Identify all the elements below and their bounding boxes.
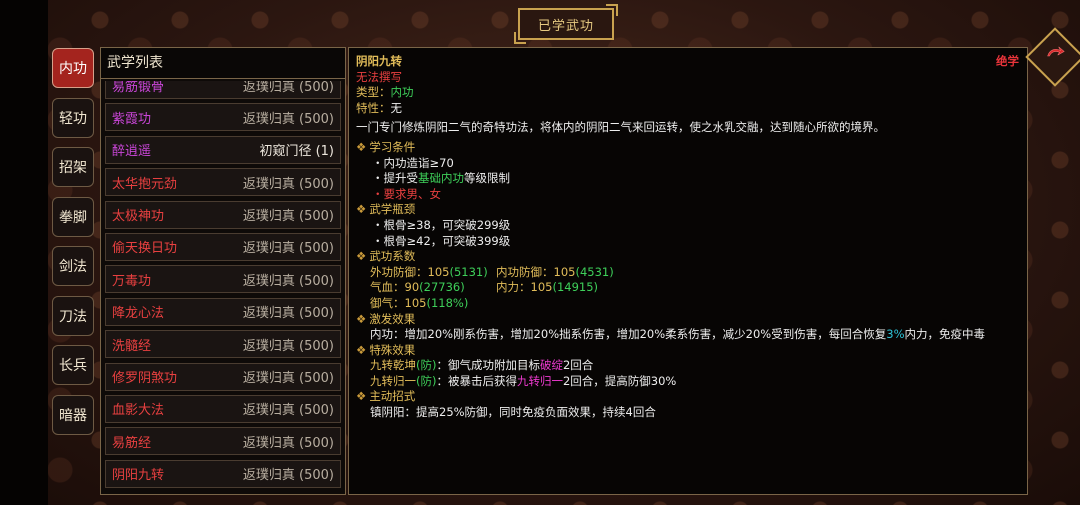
skill-list-item[interactable]: 太极神功 返璞归真 (500): [105, 200, 341, 229]
skill-level: 返璞归真 (500): [242, 403, 334, 419]
tab-quanjiao[interactable]: 拳脚: [52, 196, 94, 237]
learn-req-1: ・内功造诣≥70: [372, 155, 454, 170]
skill-name: 紫霞功: [112, 111, 152, 127]
section-learn: ❖ 学习条件: [356, 139, 416, 154]
skill-level: 返璞归真 (500): [242, 468, 334, 484]
tab-qinggong[interactable]: 轻功: [52, 97, 94, 138]
tab-daofa[interactable]: 刀法: [52, 295, 94, 336]
section-effect: ❖ 激发效果: [356, 311, 416, 326]
skill-name: 醉逍遥: [112, 144, 152, 160]
skill-list-item[interactable]: 洗髓经 返璞归真 (500): [105, 330, 341, 359]
skill-list-item[interactable]: 醉逍遥 初窥门径 (1): [105, 135, 341, 164]
skill-level: 返璞归真 (500): [242, 273, 334, 289]
skill-name: 太华抱元劲: [112, 176, 178, 192]
skill-list-item[interactable]: 阴阳九转 返璞归真 (500): [105, 459, 341, 488]
skill-level: 返璞归真 (500): [242, 209, 334, 225]
page-title: 已学武功: [514, 4, 618, 44]
bottleneck-1: ・根骨≥38，可突破299级: [372, 217, 511, 232]
skill-list-item[interactable]: 修罗阴煞功 返璞归真 (500): [105, 362, 341, 391]
skill-detail-panel: 阴阳九转 绝学 无法撰写 类型：内功 特性：无 一门专门修炼阴阳二气的奇特功法，…: [348, 47, 1028, 495]
skill-name: 修罗阴煞功: [112, 371, 178, 387]
tab-neigong[interactable]: 内功: [52, 48, 94, 88]
skill-list[interactable]: 易筋锻骨 返璞归真 (500) 紫霞功 返璞归真 (500) 醉逍遥 初窥门径 (1) 太华…: [105, 81, 341, 490]
active-1: 镇阴阳：提高25%防御，同时免疫负面效果，持续4回合: [370, 405, 656, 420]
skill-list-item[interactable]: 易筋锻骨 返璞归真 (500): [105, 81, 341, 99]
category-tabs: 内功 轻功 招架 拳脚 剑法 刀法 长兵 暗器: [52, 48, 96, 444]
skill-name: 偷天换日功: [112, 241, 178, 257]
section-stats: ❖ 武功系数: [356, 249, 416, 264]
section-special: ❖ 特殊效果: [356, 342, 416, 357]
skill-level: 初窥门径 (1): [259, 144, 334, 160]
skill-list-item[interactable]: 太华抱元劲 返璞归真 (500): [105, 168, 341, 197]
skill-name: 洗髓经: [112, 338, 152, 354]
special-2: 九转归一(防)：被暴击后获得九转归一2回合，提高防御30%: [370, 373, 677, 388]
skill-title: 阴阳九转: [356, 54, 402, 68]
skill-level: 返璞归真 (500): [242, 306, 334, 322]
bottleneck-2: ・根骨≥42，可突破399级: [372, 233, 511, 248]
skill-name: 阴阳九转: [112, 468, 165, 484]
skill-name: 血影大法: [112, 403, 165, 419]
diamond-icon: ❖: [356, 202, 367, 217]
skill-description: 一门专门修炼阴阳二气的奇特功法，将体内的阴阳二气来回运转，使之水乳交融，达到随心…: [356, 120, 885, 135]
skill-name: 太极神功: [112, 209, 165, 225]
skill-level: 返璞归真 (500): [242, 81, 334, 95]
skill-level: 返璞归真 (500): [242, 176, 334, 192]
skill-list-item[interactable]: 万毒功 返璞归真 (500): [105, 265, 341, 294]
skill-level: 返璞归真 (500): [242, 338, 334, 354]
tab-jianfa[interactable]: 剑法: [52, 246, 94, 286]
left-edge: [0, 0, 48, 505]
section-active: ❖ 主动招式: [356, 389, 416, 404]
stats-row-2: 气血：90(27736) 内力：105(14915): [370, 280, 599, 295]
skill-list-panel: 武学列表 易筋锻骨 返璞归真 (500) 紫霞功 返璞归真 (500) 醉逍遥 初窥门径 …: [100, 47, 346, 495]
tab-anqi[interactable]: 暗器: [52, 394, 94, 435]
stats-row-3: 御气：105(118%): [370, 295, 469, 310]
diamond-icon: ❖: [356, 342, 367, 357]
tab-changbing[interactable]: 长兵: [52, 345, 94, 385]
special-1: 九转乾坤(防)：御气成功附加目标破绽2回合: [370, 358, 594, 373]
section-bottleneck: ❖ 武学瓶颈: [356, 202, 416, 217]
skill-name: 降龙心法: [112, 306, 165, 322]
skill-name: 易筋锻骨: [112, 81, 165, 95]
skill-grade-badge: 绝学: [996, 54, 1019, 68]
diamond-icon: ❖: [356, 389, 367, 404]
skill-list-item[interactable]: 血影大法 返璞归真 (500): [105, 394, 341, 423]
skill-list-item[interactable]: 易筋经 返璞归真 (500): [105, 427, 341, 456]
learn-req-3: ・要求男、女: [372, 186, 441, 201]
diamond-icon: ❖: [356, 249, 367, 264]
skill-list-item[interactable]: 紫霞功 返璞归真 (500): [105, 103, 341, 132]
skill-level: 返璞归真 (500): [242, 111, 334, 127]
skill-name: 易筋经: [112, 435, 152, 451]
page-title-text: 已学武功: [537, 18, 594, 34]
skill-list-header: 武学列表: [101, 48, 345, 79]
effect-text: 内功：增加20%刚系伤害，增加20%拙系伤害，增加20%柔系伤害，减少20%受到…: [370, 327, 985, 342]
skill-list-item[interactable]: 偷天换日功 返璞归真 (500): [105, 232, 341, 261]
stats-row-1: 外功防御：105(5131) 内功防御：105(4531): [370, 264, 614, 279]
back-arrow-icon: [1047, 46, 1065, 57]
learn-req-2: ・提升受基础内功等级限制: [372, 171, 510, 186]
diamond-icon: ❖: [356, 311, 367, 326]
type-row: 类型：内功: [356, 85, 414, 100]
skill-level: 返璞归真 (500): [242, 241, 334, 257]
skill-list-item[interactable]: 降龙心法 返璞归真 (500): [105, 297, 341, 326]
unwritable-note: 无法撰写: [356, 69, 402, 84]
diamond-icon: ❖: [356, 139, 367, 154]
skill-level: 返璞归真 (500): [242, 435, 334, 451]
skill-name: 万毒功: [112, 273, 152, 289]
trait-row: 特性：无: [356, 100, 402, 115]
tab-zhaojia[interactable]: 招架: [52, 147, 94, 187]
skill-level: 返璞归真 (500): [242, 371, 334, 387]
